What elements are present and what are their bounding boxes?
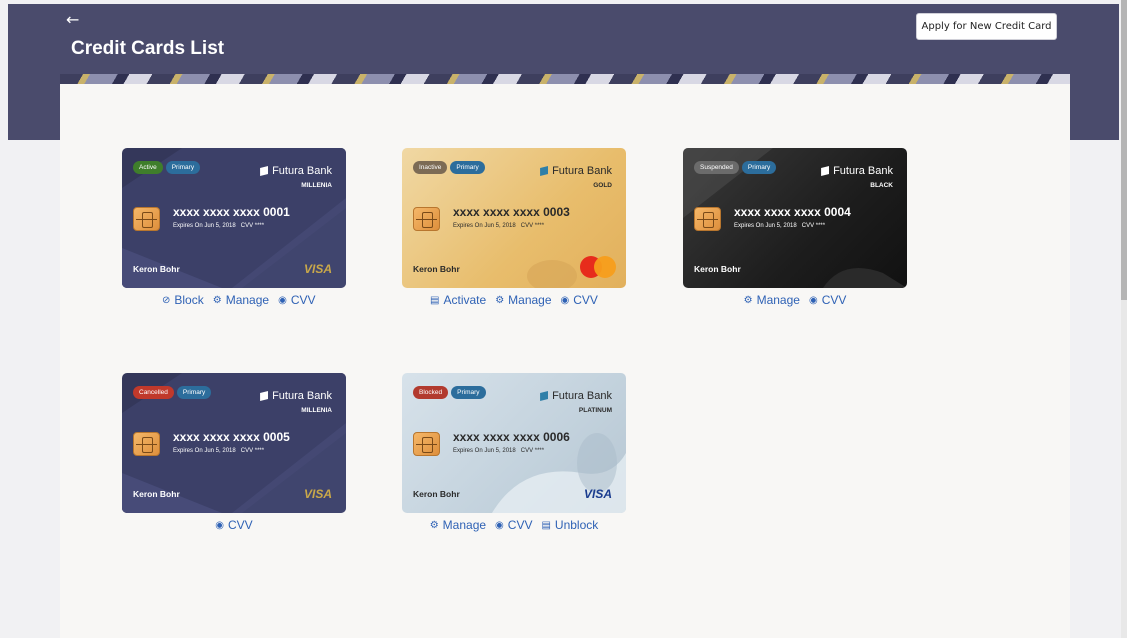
card-actions-0005: ◉ CVV xyxy=(122,518,346,532)
card-number: xxxx xxxx xxxx 0006 xyxy=(453,430,570,444)
card-expiry: Expires On Jun 5, 2018 CVV **** xyxy=(453,448,545,454)
block-button[interactable]: ⊘ Block xyxy=(162,293,204,307)
chip-icon xyxy=(413,432,440,456)
card-holder-name: Keron Bohr xyxy=(413,264,460,274)
status-badge: Inactive xyxy=(413,161,448,174)
status-badge: Blocked xyxy=(413,386,449,399)
credit-card-0005[interactable]: Cancelled Primary Futura Bank MILLENIA x… xyxy=(122,373,346,513)
card-holder-name: Keron Bohr xyxy=(413,489,460,499)
manage-button[interactable]: ⚙ Manage xyxy=(213,293,269,307)
bank-name: Futura Bank xyxy=(260,390,332,402)
back-arrow-icon[interactable]: ← xyxy=(66,10,79,29)
credit-card-0004[interactable]: Suspended Primary Futura Bank BLACK xxxx… xyxy=(683,148,907,288)
manage-button[interactable]: ⚙ Manage xyxy=(430,518,486,532)
manage-button[interactable]: ⚙ Manage xyxy=(744,293,800,307)
bank-logo-icon xyxy=(260,166,269,176)
card-actions-0006: ⚙ Manage ◉ CVV ▤ Unblock xyxy=(402,518,626,532)
block-icon: ⊘ xyxy=(162,294,171,306)
eye-icon: ◉ xyxy=(808,294,818,306)
bank-name: Futura Bank xyxy=(260,165,332,177)
card-expiry: Expires On Jun 5, 2018 CVV **** xyxy=(173,448,265,454)
gear-icon: ⚙ xyxy=(495,294,505,306)
bank-name: Futura Bank xyxy=(821,165,893,177)
primary-badge: Primary xyxy=(176,386,212,399)
eye-icon: ◉ xyxy=(495,519,504,531)
card-number: xxxx xxxx xxxx 0001 xyxy=(173,205,290,219)
page-scrollbar[interactable] xyxy=(1121,0,1127,638)
card-tier: BLACK xyxy=(870,182,893,189)
gear-icon: ⚙ xyxy=(743,294,753,306)
visa-logo: VISA xyxy=(303,262,332,276)
primary-badge: Primary xyxy=(451,386,486,399)
credit-card-0003[interactable]: Inactive Primary Futura Bank GOLD xxxx x… xyxy=(402,148,626,288)
card-actions-0004: ⚙ Manage ◉ CVV xyxy=(683,293,907,307)
card-actions-0001: ⊘ Block ⚙ Manage ◉ CVV xyxy=(122,293,390,307)
cvv-button[interactable]: ◉ CVV xyxy=(809,293,846,307)
eye-icon: ◉ xyxy=(278,294,287,306)
card-expiry: Expires On Jun 5, 2018 CVV **** xyxy=(173,223,265,229)
bank-name: Futura Bank xyxy=(540,165,612,177)
status-badge: Active xyxy=(133,161,163,174)
eye-icon: ◉ xyxy=(215,519,225,531)
gear-icon: ⚙ xyxy=(429,519,439,531)
card-number: xxxx xxxx xxxx 0003 xyxy=(453,205,570,219)
primary-badge: Primary xyxy=(450,161,485,174)
card-holder-name: Keron Bohr xyxy=(133,264,180,274)
cvv-button[interactable]: ◉ CVV xyxy=(278,293,315,307)
primary-badge: Primary xyxy=(741,161,777,174)
bank-logo-icon xyxy=(821,166,830,176)
status-badge: Cancelled xyxy=(133,386,174,399)
visa-logo: VISA xyxy=(583,487,612,501)
card-tier: GOLD xyxy=(593,182,612,189)
card-tier: PLATINUM xyxy=(578,407,612,414)
card-actions-0003: ▤ Activate ⚙ Manage ◉ CVV xyxy=(402,293,626,307)
card-tier: MILLENIA xyxy=(301,182,332,189)
apply-new-credit-card-button[interactable]: Apply for New Credit Card xyxy=(916,13,1057,40)
chip-icon xyxy=(413,207,440,231)
mastercard-logo xyxy=(580,256,616,278)
header-banner-decoration xyxy=(60,74,1070,84)
activate-button[interactable]: ▤ Activate xyxy=(430,293,486,307)
bank-name: Futura Bank xyxy=(540,390,612,402)
card-number: xxxx xxxx xxxx 0005 xyxy=(173,430,290,444)
bank-logo-icon xyxy=(540,391,549,401)
status-badge: Suspended xyxy=(694,161,739,174)
visa-logo: VISA xyxy=(303,487,332,501)
bank-logo-icon xyxy=(260,391,269,401)
manage-button[interactable]: ⚙ Manage xyxy=(495,293,551,307)
cvv-button[interactable]: ◉ CVV xyxy=(561,293,598,307)
cvv-button[interactable]: ◉ CVV xyxy=(215,518,252,532)
card-icon: ▤ xyxy=(541,519,551,531)
primary-badge: Primary xyxy=(165,161,201,174)
card-expiry: Expires On Jun 5, 2018 CVV **** xyxy=(453,223,545,229)
page-title: Credit Cards List xyxy=(71,38,225,59)
chip-icon xyxy=(133,432,160,456)
chip-icon xyxy=(133,207,160,231)
credit-card-0006[interactable]: Blocked Primary Futura Bank PLATINUM xxx… xyxy=(402,373,626,513)
credit-card-0001[interactable]: Active Primary Futura Bank MILLENIA xxxx… xyxy=(122,148,346,288)
card-tier: MILLENIA xyxy=(301,407,332,414)
card-number: xxxx xxxx xxxx 0004 xyxy=(734,205,851,219)
cvv-button[interactable]: ◉ CVV xyxy=(495,518,532,532)
scrollbar-thumb[interactable] xyxy=(1121,0,1127,300)
gear-icon: ⚙ xyxy=(212,294,222,306)
card-holder-name: Keron Bohr xyxy=(694,264,741,274)
bank-logo-icon xyxy=(540,166,549,176)
unblock-button[interactable]: ▤ Unblock xyxy=(541,518,598,532)
card-holder-name: Keron Bohr xyxy=(133,489,180,499)
card-icon: ▤ xyxy=(430,294,440,306)
chip-icon xyxy=(694,207,721,231)
eye-icon: ◉ xyxy=(560,294,570,306)
card-expiry: Expires On Jun 5, 2018 CVV **** xyxy=(734,223,826,229)
